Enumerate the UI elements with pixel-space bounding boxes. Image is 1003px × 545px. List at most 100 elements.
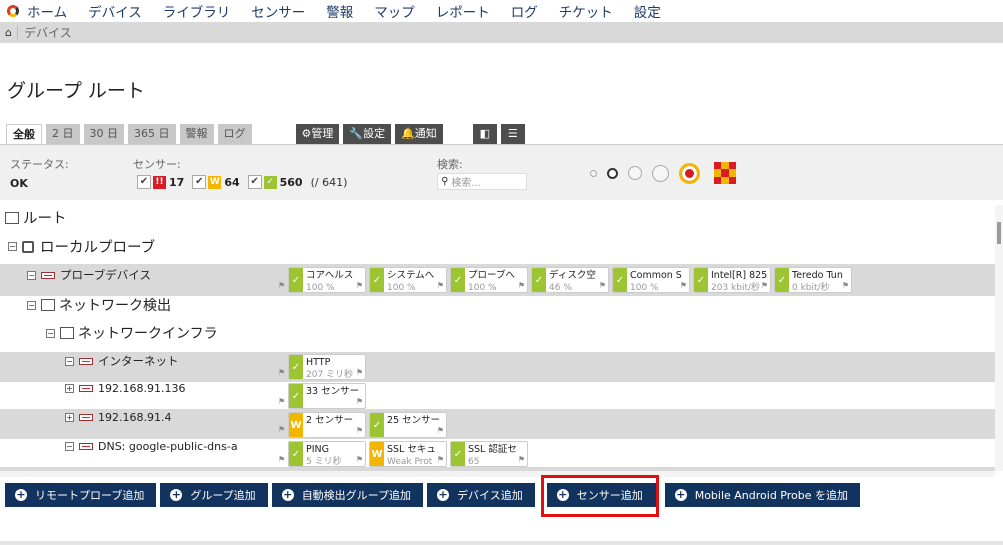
tree-host-136[interactable]: + 192.168.91.136	[65, 382, 185, 395]
up-filter-checkbox[interactable]: ✔	[247, 175, 262, 189]
size-l-icon[interactable]	[652, 164, 669, 182]
sensor-tile[interactable]: W2 センサー ⚑	[288, 412, 366, 438]
tree-host-4[interactable]: + 192.168.91.4	[65, 411, 171, 424]
breadcrumb: ⌂ デバイス	[0, 22, 1003, 43]
expand-icon[interactable]: +	[65, 384, 74, 393]
sensor-status-icon: ✓	[289, 355, 303, 379]
sunburst-view-icon[interactable]	[679, 162, 700, 184]
collapse-icon[interactable]: −	[27, 270, 36, 280]
tab-notifications[interactable]: 🔔通知	[395, 124, 443, 144]
scrollbar-thumb[interactable]	[997, 222, 1001, 244]
sensor-tile[interactable]: ✓ PING 5 ミリ秒 ⚑	[288, 441, 366, 467]
sensor-tile[interactable]: ✓ 25 センサー ⚑	[369, 412, 447, 438]
add-auto-discovery-group-button[interactable]: + 自動検出グループ追加	[271, 483, 424, 507]
nav-logs[interactable]: ログ	[511, 1, 538, 21]
sensor-tile[interactable]: ✓ Intel[R] 825 203 kbit/秒 ⚑	[693, 267, 771, 293]
flag-icon[interactable]: ⚑	[842, 281, 849, 290]
flag-icon[interactable]: ⚑	[356, 281, 363, 290]
tree-network-discovery[interactable]: − ネットワーク検出	[27, 295, 171, 315]
collapse-icon[interactable]: −	[65, 356, 74, 366]
flag-icon[interactable]: ⚑	[278, 397, 285, 406]
add-group-button[interactable]: + グループ追加	[160, 483, 268, 507]
nav-tickets[interactable]: チケット	[559, 1, 613, 21]
tree-root[interactable]: ルート	[5, 207, 67, 228]
add-remote-probe-button[interactable]: + リモートプローブ追加	[5, 483, 157, 507]
vertical-scrollbar[interactable]	[995, 205, 1003, 471]
flag-icon[interactable]: ⚑	[761, 281, 768, 290]
tree-probe-device[interactable]: − プローブデバイス	[27, 267, 151, 283]
comment-icon[interactable]: ◧	[472, 124, 497, 144]
nav-home[interactable]: ホーム	[27, 1, 67, 21]
flag-icon[interactable]: ⚑	[278, 425, 285, 434]
flag-icon[interactable]: ⚑	[437, 455, 444, 464]
nav-reports[interactable]: レポート	[436, 1, 490, 21]
sensor-tile[interactable]: ✓ SSL 認証セ 65 ⚑	[450, 441, 528, 467]
nav-sensors[interactable]: センサー	[251, 1, 305, 21]
horizontal-scrollbar[interactable]	[0, 471, 995, 477]
flag-icon[interactable]: ⚑	[437, 281, 444, 290]
flag-icon[interactable]: ⚑	[356, 368, 363, 377]
sensor-tile[interactable]: ✓ HTTP 207 ミリ秒 ⚑	[288, 354, 366, 380]
flag-icon[interactable]: ⚑	[356, 397, 363, 406]
add-device-button[interactable]: + デバイス追加	[427, 483, 535, 507]
expand-icon[interactable]: +	[65, 413, 74, 422]
nav-maps[interactable]: マップ	[374, 1, 415, 21]
tab-2days[interactable]: 2 日	[46, 124, 80, 144]
tree-dns[interactable]: − DNS: google-public-dns-a	[65, 440, 238, 453]
flag-icon[interactable]: ⚑	[356, 426, 363, 435]
flag-icon[interactable]: ⚑	[518, 281, 525, 290]
nav-setup[interactable]: 設定	[634, 1, 661, 21]
prtg-logo-icon[interactable]	[7, 5, 19, 17]
flag-icon[interactable]: ⚑	[680, 281, 687, 290]
tab-settings[interactable]: 🔧設定	[343, 124, 392, 144]
flag-icon[interactable]: ⚑	[518, 455, 525, 464]
breadcrumb-devices[interactable]: デバイス	[24, 24, 72, 41]
flag-icon[interactable]: ⚑	[278, 455, 285, 464]
sensor-tile[interactable]: ✓ Teredo Tun 0 kbit/秒 ⚑	[774, 267, 852, 293]
sensor-tile[interactable]: ✓ コアヘルス 100 % ⚑	[288, 267, 366, 293]
size-m-icon[interactable]	[628, 166, 642, 180]
tree-size-selector	[590, 162, 736, 184]
collapse-icon[interactable]: −	[27, 300, 36, 310]
add-mobile-android-probe-button[interactable]: + Mobile Android Probe を追加	[664, 483, 861, 507]
collapse-icon[interactable]: −	[46, 328, 55, 338]
down-filter-checkbox[interactable]: ✔	[137, 175, 151, 189]
sensor-tile[interactable]: ✓ ディスク空 46 % ⚑	[531, 267, 609, 293]
flag-icon[interactable]: ⚑	[278, 368, 285, 377]
tab-30days[interactable]: 30 日	[83, 124, 124, 144]
tab-alarms[interactable]: 警報	[179, 124, 214, 144]
sensor-tile[interactable]: ✓ Common S 100 % ⚑	[612, 267, 690, 293]
nav-alarms[interactable]: 警報	[326, 1, 353, 21]
history-icon[interactable]: ☰	[500, 124, 525, 144]
home-icon[interactable]: ⌂	[0, 26, 18, 39]
sensor-tile[interactable]: ✓ 33 センサー ⚑	[288, 383, 366, 409]
size-xs-icon[interactable]	[590, 169, 597, 177]
sensor-tile[interactable]: ✓ プローブへ 100 % ⚑	[450, 267, 528, 293]
sensor-tile[interactable]: W SSL セキュ Weak Prot ⚑	[369, 441, 447, 467]
size-s-icon[interactable]	[607, 167, 618, 179]
nav-library[interactable]: ライブラリ	[163, 1, 231, 21]
tree-network-infra[interactable]: − ネットワークインフラ	[46, 323, 218, 343]
group-icon	[41, 299, 55, 311]
warning-filter-checkbox[interactable]: ✔	[192, 175, 207, 189]
flag-icon[interactable]: ⚑	[599, 281, 606, 290]
collapse-icon[interactable]: −	[65, 442, 74, 451]
search-input[interactable]: ⚲ 検索...	[437, 173, 527, 190]
plus-icon: +	[674, 488, 687, 501]
flag-icon[interactable]: ⚑	[437, 426, 444, 435]
collapse-icon[interactable]: −	[8, 242, 17, 251]
tree-local-probe[interactable]: − ローカルプローブ	[8, 236, 155, 257]
treemap-view-icon[interactable]	[714, 162, 736, 184]
tab-log[interactable]: ログ	[217, 124, 252, 144]
tab-365days[interactable]: 365 日	[128, 124, 176, 144]
nav-devices[interactable]: デバイス	[88, 1, 142, 21]
flag-icon[interactable]: ⚑	[278, 281, 285, 290]
probe-icon	[22, 240, 34, 253]
tree-internet[interactable]: − インターネット	[65, 353, 179, 369]
search-label: 検索:	[437, 158, 463, 171]
sensor-tile[interactable]: ✓ システムへ 100 % ⚑	[369, 267, 447, 293]
flag-icon[interactable]: ⚑	[356, 455, 363, 464]
sensor-name: SSL セキュ	[387, 444, 436, 455]
tab-management[interactable]: ⚙管理	[295, 124, 340, 144]
tab-overview[interactable]: 全般	[6, 124, 42, 144]
